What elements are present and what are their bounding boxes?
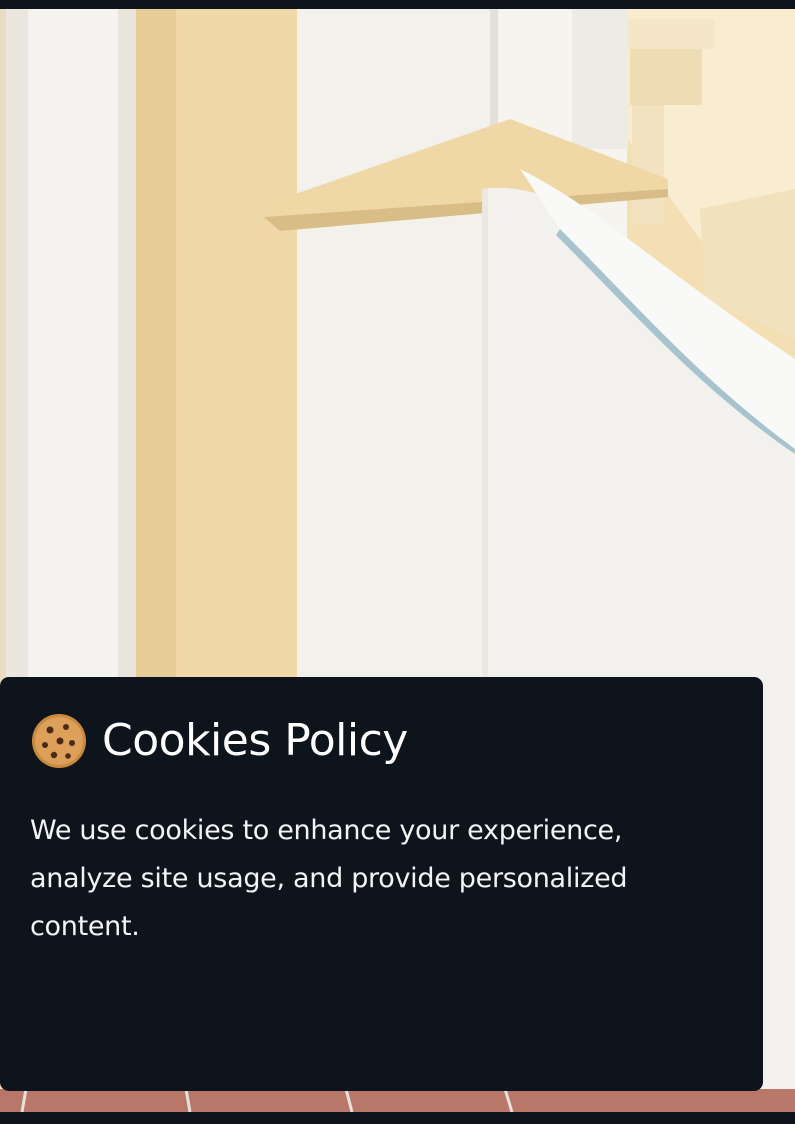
- cookie-title-row: Cookies Policy: [30, 713, 733, 769]
- cookie-banner-title: Cookies Policy: [102, 715, 408, 766]
- bottom-bar: [0, 1112, 795, 1124]
- page: Cookies Policy We use cookies to enhance…: [0, 0, 795, 1124]
- cookie-banner-message: We use cookies to enhance your experienc…: [30, 815, 628, 942]
- top-bar: [0, 0, 795, 9]
- cookie-icon: [30, 712, 88, 770]
- cookie-consent-banner: Cookies Policy We use cookies to enhance…: [0, 677, 763, 1091]
